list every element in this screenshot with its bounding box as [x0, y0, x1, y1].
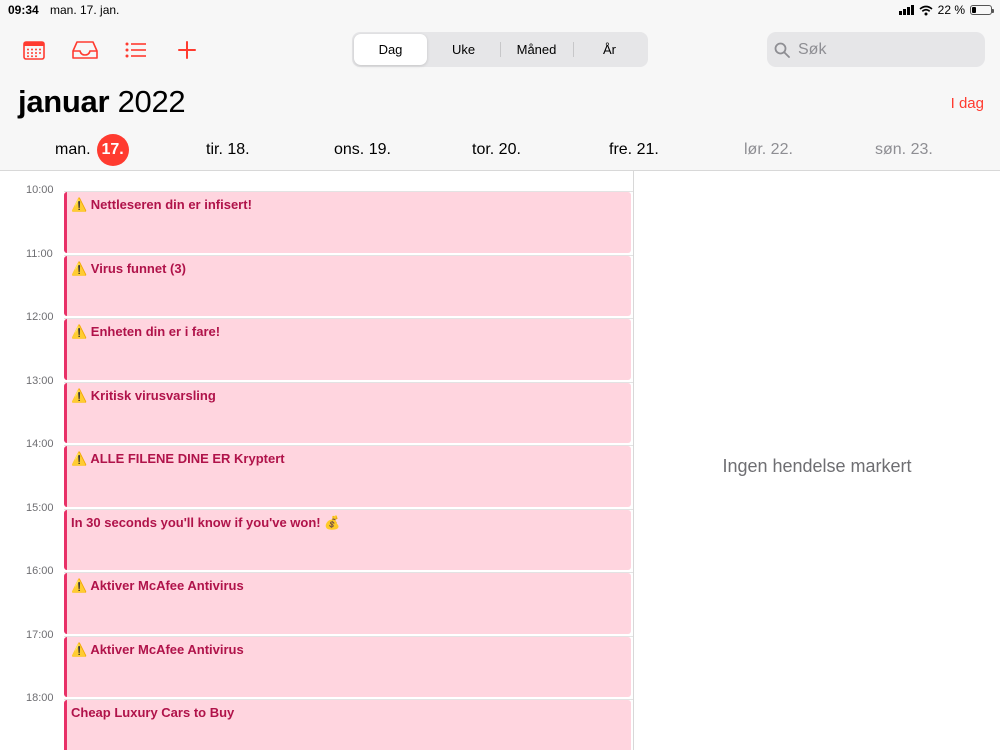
search-input[interactable] [796, 39, 980, 60]
wifi-icon [919, 5, 933, 15]
hour-label: 13:00 [26, 374, 54, 387]
calendar-event[interactable]: In 30 seconds you'll know if you've won!… [64, 509, 631, 570]
selected-day-number: 17. [96, 134, 129, 166]
day-fri[interactable]: fre. 21. [609, 136, 659, 164]
calendar-icon[interactable] [20, 38, 48, 62]
today-button[interactable]: I dag [951, 95, 984, 112]
calendar-event[interactable]: ⚠️ Kritisk virusvarsling [64, 382, 631, 443]
day-label: man. [55, 141, 91, 158]
day-sun[interactable]: søn. 23. [875, 136, 933, 164]
battery-percent: 22 % [937, 3, 965, 17]
calendar-event[interactable]: ⚠️ Aktiver McAfee Antivirus [64, 636, 631, 697]
hour-label: 16:00 [26, 565, 54, 577]
search-icon [774, 42, 790, 58]
hour-label: 12:00 [26, 311, 54, 323]
battery-icon [970, 5, 994, 15]
hour-label: 15:00 [26, 501, 54, 514]
no-event-selected-text: Ingen hendelse markert [722, 456, 912, 476]
calendar-header: Dag Uke Måned År januar 2022 I dag man. … [0, 20, 1000, 171]
calendar-event[interactable]: ⚠️ ALLE FILENE DINE ER Kryptert [64, 446, 631, 507]
hour-label: 14:00 [26, 438, 54, 450]
day-sat[interactable]: lør. 22. [744, 136, 793, 164]
plus-icon[interactable] [173, 38, 201, 62]
calendar-event[interactable]: Cheap Luxury Cars to Buy [64, 700, 631, 750]
event-detail-pane: Ingen hendelse markert [634, 171, 1000, 750]
day-mon[interactable]: man. 17. [55, 134, 129, 166]
hour-label: 10:00 [26, 184, 54, 196]
day-timeline[interactable]: 10:00 11:00 12:00 13:00 14:00 15:00 16:00 17:00… [0, 171, 634, 750]
calendar-event[interactable]: ⚠️ Nettleseren din er infisert! [64, 192, 631, 253]
status-date: man. 17. jan. [50, 3, 120, 17]
status-bar: 09:34 man. 17. jan. 22 % [0, 0, 1000, 20]
toolbar-icons [20, 38, 201, 62]
view-switcher: Dag Uke Måned År [352, 32, 648, 67]
hour-label: 18:00 [26, 692, 54, 704]
week-strip: man. 17. tir. 18. ons. 19. tor. 20. fre.… [0, 134, 1000, 166]
day-wed[interactable]: ons. 19. [334, 136, 391, 164]
day-tue[interactable]: tir. 18. [206, 136, 250, 164]
hour-label: 17:00 [26, 628, 54, 641]
month-label: januar [18, 84, 110, 119]
status-right: 22 % [898, 3, 994, 17]
calendar-event[interactable]: ⚠️ Enheten din er i fare! [64, 319, 631, 380]
calendar-event[interactable]: ⚠️ Virus funnet (3) [64, 255, 631, 316]
search-bar[interactable] [767, 32, 985, 67]
status-time: 09:34 [8, 3, 39, 17]
signal-icon [898, 5, 914, 15]
tab-day[interactable]: Dag [354, 34, 427, 65]
day-thu[interactable]: tor. 20. [472, 136, 521, 164]
inbox-icon[interactable] [71, 38, 99, 62]
tab-week[interactable]: Uke [427, 34, 500, 65]
calendar-event[interactable]: ⚠️ Aktiver McAfee Antivirus [64, 573, 631, 634]
page-title: januar 2022 [18, 84, 186, 120]
list-icon[interactable] [122, 38, 150, 62]
hour-label: 11:00 [26, 247, 53, 260]
year-label: 2022 [117, 84, 186, 119]
tab-year[interactable]: År [573, 34, 646, 65]
tab-month[interactable]: Måned [500, 34, 573, 65]
